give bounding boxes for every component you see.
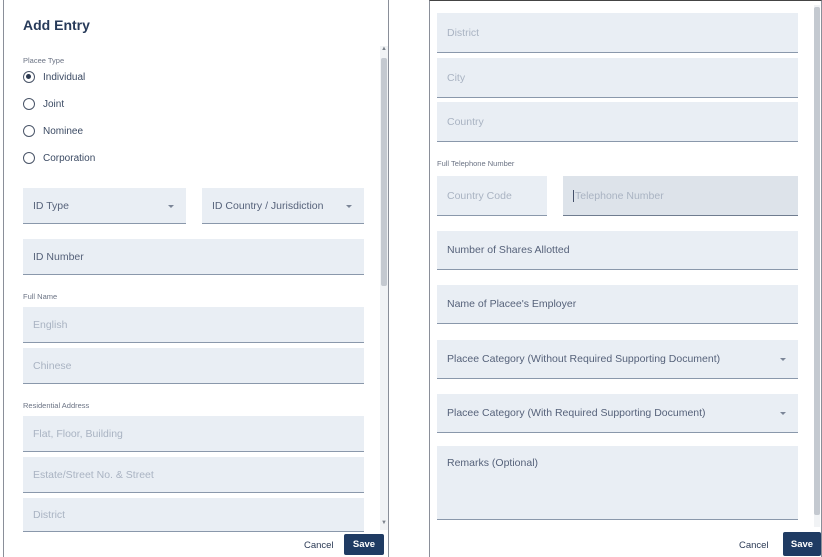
- full-telephone-label: Full Telephone Number: [437, 159, 515, 168]
- chinese-placeholder: Chinese: [33, 359, 72, 372]
- category-with-value: Placee Category (With Required Supportin…: [447, 407, 706, 419]
- placee-category-with-select[interactable]: Placee Category (With Required Supportin…: [437, 394, 798, 433]
- full-name-label: Full Name: [23, 292, 58, 301]
- radio-label: Joint: [43, 98, 65, 110]
- district-field[interactable]: District: [437, 13, 798, 53]
- radio-checked-icon[interactable]: [23, 71, 35, 83]
- flat-placeholder: Flat, Floor, Building: [33, 427, 123, 440]
- radio-nominee[interactable]: Nominee: [23, 123, 83, 139]
- placee-type-label: Placee Type: [23, 56, 65, 65]
- number-of-shares-field[interactable]: Number of Shares Allotted: [437, 231, 798, 270]
- radio-individual[interactable]: Individual: [23, 69, 85, 85]
- chevron-down-icon: [346, 204, 352, 208]
- add-entry-panel-scrolled: District City Country Full Telephone Num…: [429, 0, 822, 557]
- english-name-field[interactable]: English: [23, 307, 364, 343]
- estate-placeholder: Estate/Street No. & Street: [33, 468, 154, 481]
- scrollbar[interactable]: [814, 5, 820, 527]
- residential-address-label: Residential Address: [23, 401, 90, 410]
- scrollbar-thumb[interactable]: [814, 7, 820, 515]
- save-button[interactable]: Save: [783, 532, 821, 556]
- estate-street-field[interactable]: Estate/Street No. & Street: [23, 457, 364, 493]
- scroll-down-icon[interactable]: ▼: [381, 520, 387, 526]
- chevron-down-icon: [780, 358, 786, 361]
- telephone-placeholder: Telephone Number: [575, 189, 664, 202]
- radio-unchecked-icon[interactable]: [23, 125, 35, 137]
- placee-category-without-select[interactable]: Placee Category (Without Required Suppor…: [437, 340, 798, 379]
- id-type-select[interactable]: ID Type: [23, 188, 186, 224]
- english-placeholder: English: [33, 318, 68, 331]
- save-button[interactable]: Save: [344, 534, 384, 555]
- chevron-down-icon: [168, 204, 174, 208]
- shares-placeholder: Number of Shares Allotted: [447, 244, 570, 256]
- city-field[interactable]: City: [437, 58, 798, 98]
- flat-floor-building-field[interactable]: Flat, Floor, Building: [23, 416, 364, 452]
- radio-label: Individual: [43, 71, 86, 83]
- country-code-field[interactable]: Country Code: [437, 176, 547, 216]
- district-placeholder: District: [33, 508, 66, 521]
- cancel-button[interactable]: Cancel: [304, 540, 334, 551]
- cancel-button[interactable]: Cancel: [739, 540, 769, 551]
- radio-joint[interactable]: Joint: [23, 96, 64, 112]
- employer-field[interactable]: Name of Placee's Employer: [437, 285, 798, 324]
- chevron-down-icon: [780, 412, 786, 415]
- radio-label: Nominee: [43, 125, 84, 137]
- id-number-field[interactable]: ID Number: [23, 239, 364, 275]
- id-country-value: ID Country / Jurisdiction: [212, 199, 324, 212]
- remarks-textarea[interactable]: Remarks (Optional): [437, 446, 798, 520]
- district-field[interactable]: District: [23, 498, 364, 532]
- text-cursor: [573, 189, 574, 202]
- employer-placeholder: Name of Placee's Employer: [447, 298, 577, 310]
- id-number-placeholder: ID Number: [33, 250, 84, 263]
- district-placeholder: District: [447, 26, 480, 39]
- chinese-name-field[interactable]: Chinese: [23, 348, 364, 384]
- id-type-value: ID Type: [33, 199, 69, 212]
- city-placeholder: City: [447, 71, 466, 84]
- radio-unchecked-icon[interactable]: [23, 98, 35, 110]
- add-entry-panel: Add Entry Placee Type Individual Joint N…: [3, 0, 389, 557]
- radio-label: Corporation: [43, 152, 96, 164]
- country-code-placeholder: Country Code: [447, 189, 512, 202]
- radio-corporation[interactable]: Corporation: [23, 150, 95, 166]
- scrollbar[interactable]: ▲ ▼: [380, 46, 388, 530]
- radio-unchecked-icon[interactable]: [23, 152, 35, 164]
- remarks-placeholder: Remarks (Optional): [447, 457, 539, 469]
- category-without-value: Placee Category (Without Required Suppor…: [447, 353, 721, 365]
- country-placeholder: Country: [447, 115, 484, 128]
- telephone-number-field[interactable]: Telephone Number: [563, 176, 798, 216]
- scrollbar-thumb[interactable]: [381, 58, 387, 286]
- scroll-up-icon[interactable]: ▲: [381, 46, 387, 52]
- id-country-select[interactable]: ID Country / Jurisdiction: [202, 188, 364, 224]
- page-title: Add Entry: [23, 17, 90, 33]
- country-field[interactable]: Country: [437, 102, 798, 142]
